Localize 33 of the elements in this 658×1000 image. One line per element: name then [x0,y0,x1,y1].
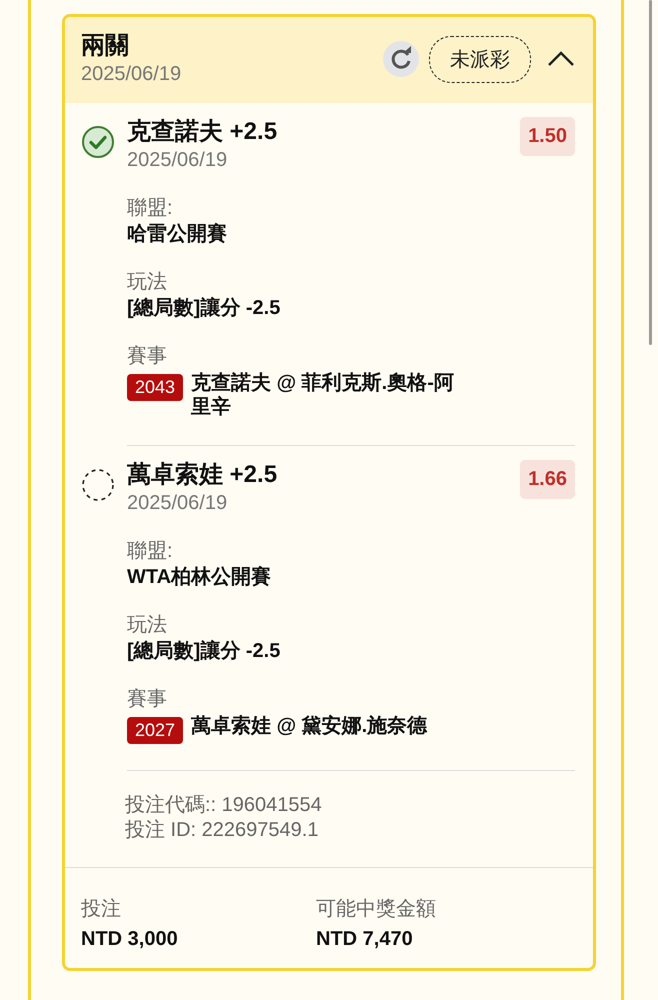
odds-value: 1.66 [520,460,575,499]
selection-date: 2025/06/19 [127,491,228,516]
league-name: WTA柏林公開賽 [127,564,272,590]
market-name: [總局數]讓分 -2.5 [127,638,282,664]
match-number-tag: 2027 [127,717,184,744]
market-label: 玩法 [127,613,168,638]
match-number-tag: 2043 [127,374,184,401]
match-name: 克查諾夫 @ 菲利克斯.奧格-阿里辛 [191,371,455,419]
event-label: 賽事 [127,344,168,369]
odds-value: 1.50 [520,117,575,156]
bet-code: 投注代碼:: 196041554 [125,793,323,818]
payout-label: 可能中獎金額 [316,897,437,922]
league-label: 聯盟: [127,539,174,564]
event-label: 賽事 [127,687,168,712]
selection-title: 萬卓索娃 +2.5 [127,460,278,490]
payout-value: NTD 7,470 [316,927,414,952]
check-circle-icon [81,125,115,159]
bet-type-title: 兩關 [81,31,130,61]
selection-title: 克查諾夫 +2.5 [127,117,278,147]
market-name: [總局數]讓分 -2.5 [127,296,282,321]
bet-id: 投注 ID: 222697549.1 [125,818,320,843]
stake-label: 投注 [81,897,122,922]
market-label: 玩法 [127,270,168,295]
collapse-chevron-icon[interactable] [547,51,575,67]
bet-date: 2025/06/19 [81,62,182,87]
selection-date: 2025/06/19 [127,148,228,173]
pending-circle-icon [81,468,115,502]
refresh-icon[interactable] [383,41,419,77]
status-badge: 未派彩 [429,36,531,82]
match-name: 萬卓索娃 @ 黛安娜.施奈德 [191,714,428,738]
league-label: 聯盟: [127,196,174,221]
league-name: 哈雷公開賽 [127,222,228,247]
stake-value: NTD 3,000 [81,927,179,952]
